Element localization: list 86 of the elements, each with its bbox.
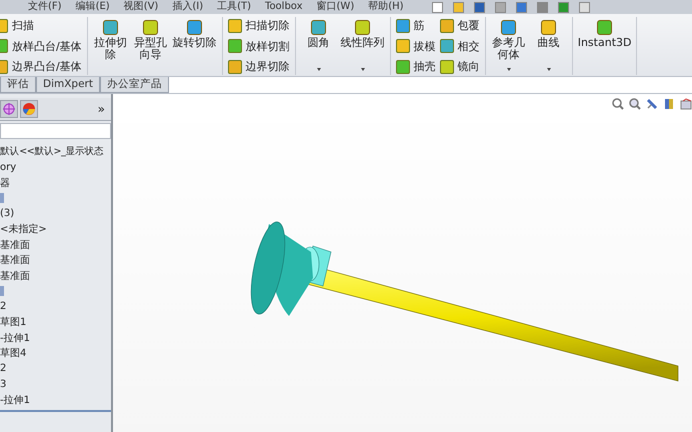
tree-item[interactable]: (3) (0, 208, 14, 220)
tree-item[interactable]: 基准面 (0, 238, 30, 252)
menu-item[interactable]: 插入(I) (172, 2, 204, 12)
caret-icon (316, 68, 321, 71)
feature-icon (440, 18, 454, 32)
toolbar-button[interactable]: 拉伸切除 (92, 17, 129, 75)
section-view-icon[interactable] (663, 98, 675, 110)
caret-icon (360, 68, 365, 71)
zoom-area-icon[interactable] (629, 98, 641, 110)
feature-icon (228, 60, 242, 74)
feature-icon (103, 20, 118, 35)
toolbar-icon[interactable] (578, 2, 590, 12)
menu-item[interactable]: 帮助(H) (368, 2, 404, 12)
tree-item[interactable]: 基准面 (0, 253, 30, 268)
toolbar-button[interactable]: 旋转切除 (172, 17, 217, 75)
toolbar-button[interactable]: 线性阵列 (340, 17, 385, 75)
feature-icon (396, 39, 410, 53)
feature-icon (228, 39, 242, 53)
feature-icon (228, 18, 242, 32)
toolbar-icon[interactable] (516, 2, 527, 12)
tree-item[interactable]: 草图1 (0, 315, 26, 330)
toolbar-icon[interactable] (558, 2, 569, 12)
tab[interactable]: DimXpert (36, 77, 100, 93)
tree-item[interactable]: -拉伸1 (0, 392, 30, 407)
menu-item[interactable]: 文件(F) (28, 2, 62, 12)
display-style-icon[interactable] (680, 98, 692, 110)
toolbar-button[interactable]: 筋 (396, 17, 436, 34)
menu-item[interactable]: 视图(V) (124, 2, 158, 12)
tree-item[interactable]: <未指定> (0, 222, 47, 236)
feature-icon (396, 60, 410, 74)
caret-icon (506, 68, 511, 71)
toolbar-icon[interactable] (494, 2, 506, 12)
tree-item[interactable]: 2 (0, 363, 6, 374)
feature-icon (440, 60, 454, 74)
filter-field[interactable] (0, 123, 111, 139)
feature-icon (396, 18, 410, 32)
toolbar-button[interactable]: 包覆 (440, 17, 480, 34)
tree-item[interactable]: ory (0, 162, 16, 173)
expand-button[interactable]: » (98, 102, 105, 116)
feature-icon (597, 20, 612, 35)
feature-icon (355, 20, 370, 35)
feature-icon (501, 20, 516, 35)
toolbar-button[interactable]: 边界切除 (228, 58, 290, 75)
toolbar-icon[interactable] (474, 2, 485, 12)
caret-icon (546, 68, 551, 71)
toolbar-icon[interactable] (536, 2, 548, 12)
toolbar-button[interactable]: 扫描切除 (228, 17, 290, 34)
feature-icon (541, 20, 556, 35)
tree-icon (0, 286, 4, 296)
toolbar-button[interactable]: 相交 (440, 38, 480, 54)
feature-icon (187, 20, 202, 35)
tree-icon (0, 193, 4, 204)
tree-item[interactable]: 器 (0, 176, 10, 190)
tree-item[interactable]: 3 (0, 378, 6, 390)
crosshair-icon[interactable] (0, 100, 18, 118)
menu-item[interactable]: 窗口(W) (316, 2, 354, 12)
appearance-icon[interactable] (20, 100, 38, 118)
toolbar-icon[interactable] (432, 2, 443, 12)
tree-item[interactable]: 默认<<默认>_显示状态 (0, 145, 104, 158)
toolbar-icon[interactable] (452, 2, 464, 12)
feature-icon (440, 39, 454, 53)
tree-item[interactable]: 草图4 (0, 346, 26, 360)
zoom-fit-icon[interactable] (612, 98, 624, 110)
toolbar-button[interactable]: 抽壳 (396, 58, 436, 75)
toolbar-button[interactable]: 参考几何体 (490, 17, 527, 75)
tree-item[interactable]: -拉伸1 (0, 330, 30, 345)
toolbar-button[interactable]: 圆角 (300, 17, 337, 75)
tab[interactable]: 办公室产品 (100, 77, 169, 93)
menu-item[interactable]: 编辑(E) (76, 2, 110, 12)
toolbar-button[interactable]: 放样切割 (228, 38, 290, 54)
tab[interactable]: 评估 (0, 77, 36, 93)
toolbar-button[interactable]: 曲线 (530, 17, 567, 75)
feature-icon (311, 20, 326, 35)
toolbar-button[interactable]: 放样凸台/基体 (0, 38, 82, 54)
feature-icon (143, 20, 158, 35)
toolbar-button[interactable]: 边界凸台/基体 (0, 58, 82, 75)
toolbar-button[interactable]: 镜向 (440, 58, 480, 75)
toolbar-button[interactable]: 拔模 (396, 38, 436, 54)
menu-item[interactable]: 工具(T) (217, 2, 252, 12)
tree-item[interactable]: 2 (0, 301, 6, 312)
pencil-icon[interactable] (646, 98, 658, 110)
toolbar-button[interactable]: 扫描 (0, 17, 82, 34)
toolbar-button[interactable]: Instant3D (578, 17, 632, 75)
toolbar-button[interactable]: 异型孔向导 (132, 17, 169, 75)
menu-item[interactable]: Toolbox (265, 2, 303, 12)
tree-item[interactable]: 基准面 (0, 268, 30, 283)
